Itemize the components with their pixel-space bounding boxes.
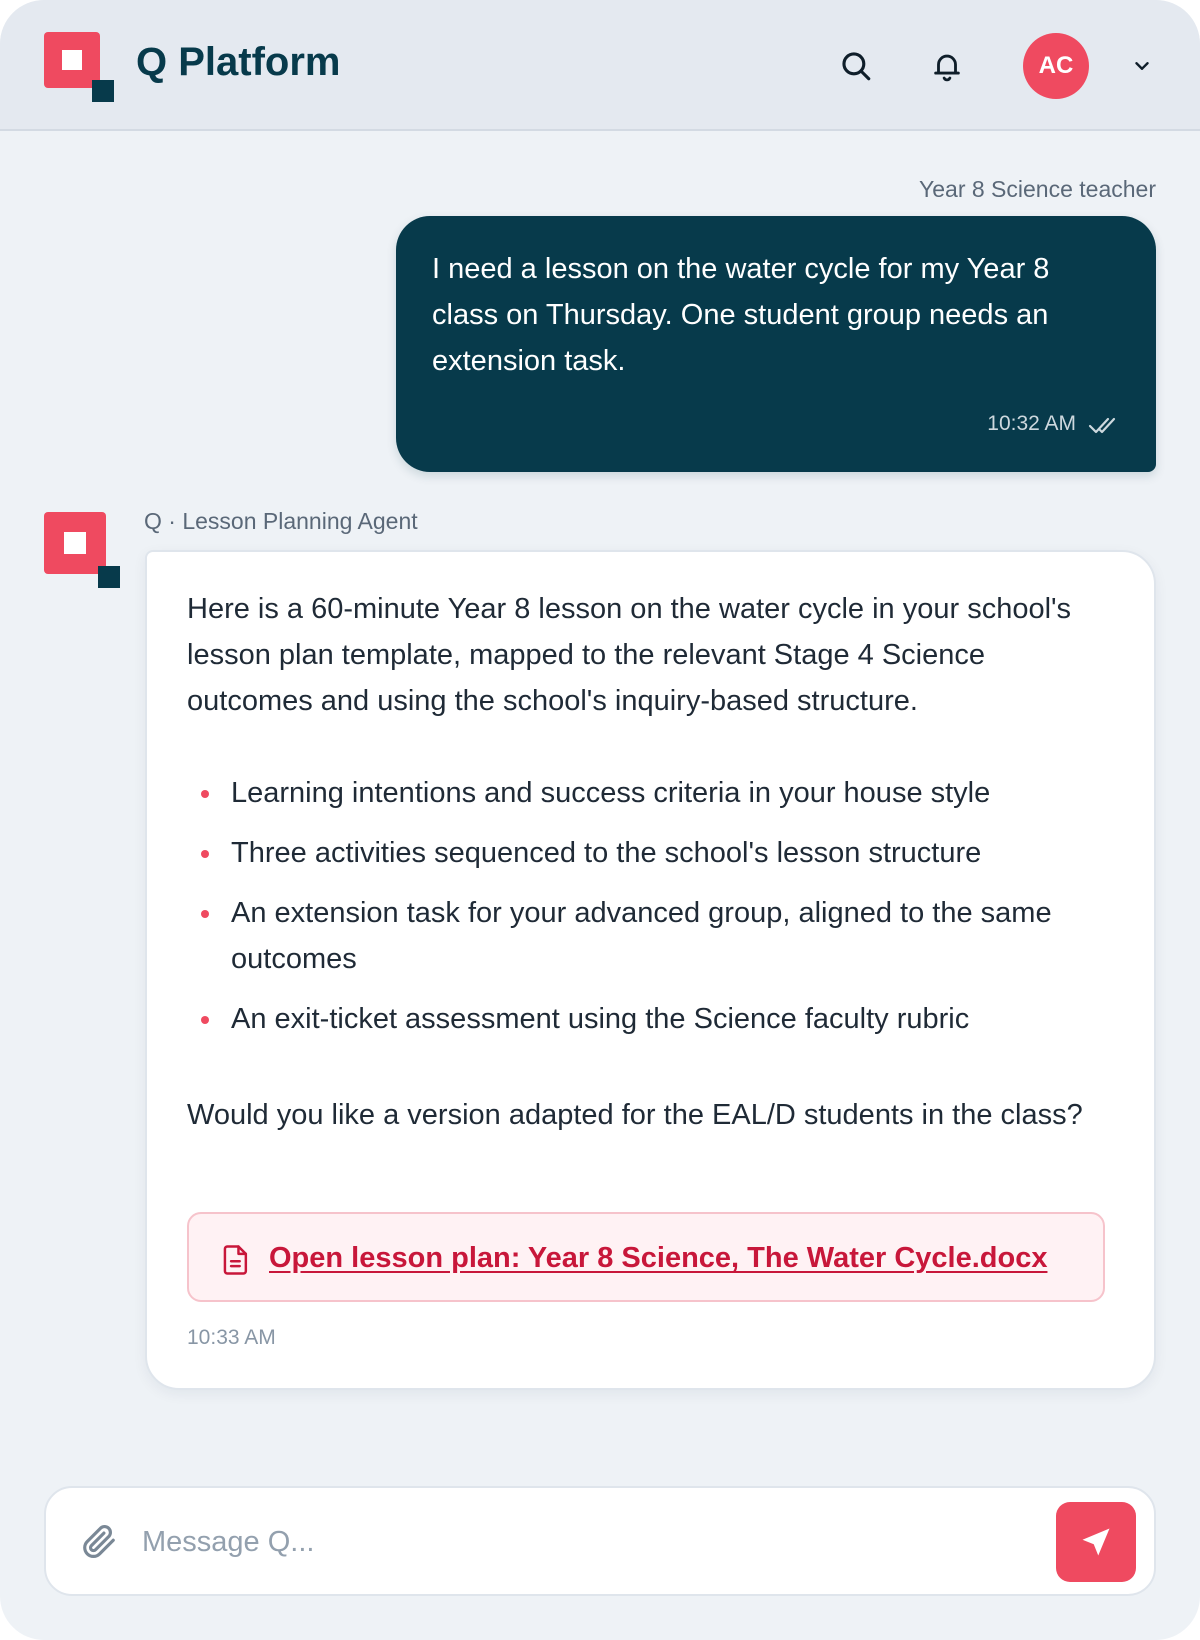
bullet-dot-icon (201, 910, 209, 918)
user-avatar[interactable]: AC (1023, 33, 1089, 99)
send-button[interactable] (1056, 1502, 1136, 1582)
search-button[interactable] (836, 46, 876, 86)
list-item: An extension task for your advanced grou… (187, 890, 1107, 982)
lesson-contents-list: Learning intentions and success criteria… (187, 770, 1107, 1056)
bell-icon (934, 54, 960, 82)
bullet-dot-icon (201, 1016, 209, 1024)
brand-title: Q Platform (136, 40, 341, 84)
message-input[interactable] (142, 1514, 982, 1570)
send-icon (1082, 1528, 1110, 1556)
agent-question-text: Would you like a version adapted for the… (187, 1099, 1083, 1131)
agent-message-time: 10:33 AM (187, 1326, 276, 1349)
read-receipt-icon (1088, 417, 1116, 434)
bullet-dot-icon (201, 790, 209, 798)
agent-intro-text: Here is a 60-minute Year 8 lesson on the… (187, 593, 1072, 717)
list-item: Three activities sequenced to the school… (187, 830, 1107, 876)
top-bar: Q Platform AC (0, 0, 1200, 131)
agent-sender-label: Q · Lesson Planning Agent (144, 508, 418, 534)
user-message-text: I need a lesson on the water cycle for m… (432, 253, 1050, 377)
user-sender-label: Year 8 Science teacher (919, 176, 1156, 202)
agent-message-card: Here is a 60-minute Year 8 lesson on the… (145, 550, 1156, 1390)
chat-app: Q Platform AC Year 8 Science teacher I n… (0, 0, 1200, 1640)
search-icon (842, 52, 871, 81)
lesson-plan-link-label[interactable]: Open lesson plan: Year 8 Science, The Wa… (269, 1238, 1047, 1278)
attach-button[interactable] (80, 1522, 118, 1565)
list-item: Learning intentions and success criteria… (187, 770, 1107, 816)
chevron-down-icon (1135, 62, 1149, 70)
open-lesson-plan-link[interactable]: Open lesson plan: Year 8 Science, The Wa… (187, 1212, 1105, 1302)
bullet-dot-icon (201, 850, 209, 858)
paperclip-icon (83, 1525, 115, 1558)
document-icon (223, 1245, 248, 1275)
notifications-button[interactable] (927, 46, 967, 86)
message-composer (44, 1486, 1156, 1596)
user-message-time: 10:32 AM (987, 412, 1076, 435)
user-message-bubble: I need a lesson on the water cycle for m… (396, 216, 1156, 472)
list-item: An exit-ticket assessment using the Scie… (187, 996, 1107, 1042)
account-menu-button[interactable] (1122, 46, 1162, 86)
